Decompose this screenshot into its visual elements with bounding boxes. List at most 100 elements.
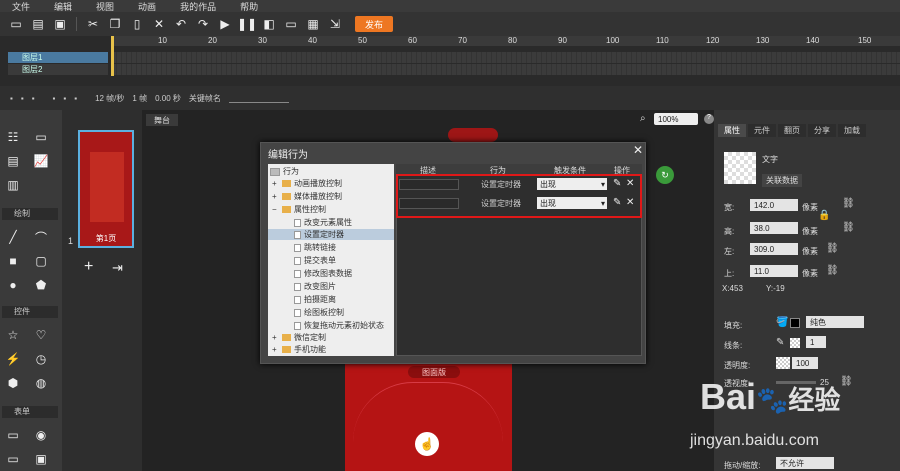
keyframe-icon[interactable]: ▪ — [53, 94, 56, 103]
phone-canvas[interactable]: ☝ — [345, 362, 512, 471]
expander-icon[interactable]: + — [272, 179, 282, 188]
tree-node[interactable]: − 属性控制 — [272, 204, 326, 215]
playhead[interactable] — [111, 36, 114, 76]
star-tool-icon[interactable]: ☆ — [6, 328, 20, 342]
tree-node[interactable]: + 手机功能 — [272, 344, 326, 355]
trash-icon[interactable]: ▪ — [32, 94, 35, 103]
menu-my-works[interactable]: 我的作品 — [180, 0, 216, 13]
cut-icon[interactable]: ✂ — [85, 16, 101, 32]
fill-color-swatch[interactable] — [790, 318, 800, 328]
height-input[interactable]: 38.0 — [750, 222, 798, 234]
play-icon[interactable]: ▶ — [217, 16, 233, 32]
open-folder-icon[interactable]: ▤ — [30, 16, 46, 32]
tree-item-selected[interactable]: 设置定时器 — [268, 229, 394, 240]
publish-button[interactable]: 发布 — [355, 16, 393, 32]
tab-properties[interactable]: 属性 — [718, 124, 746, 137]
add-page-icon[interactable]: + — [84, 258, 93, 276]
paint-bucket-icon[interactable]: 🪣 — [776, 317, 788, 328]
layer-frames-2[interactable] — [112, 64, 900, 75]
import-page-icon[interactable]: ⇥ — [112, 260, 123, 276]
tree-item[interactable]: 修改图表数据 — [294, 268, 352, 279]
stage-red-element[interactable] — [448, 128, 498, 142]
link-icon[interactable]: ⛓ — [842, 222, 855, 233]
tree-item[interactable]: 恢复拖动元素初始状态 — [294, 320, 384, 331]
layer-row-2[interactable]: 图层2 — [8, 64, 108, 75]
search-icon[interactable]: ⌕ — [640, 113, 646, 124]
drag-select[interactable]: 不允许 — [776, 457, 834, 469]
section-controls[interactable]: 控件 — [2, 306, 58, 318]
save-icon[interactable]: ▣ — [52, 16, 68, 32]
undo-icon[interactable]: ↶ — [173, 16, 189, 32]
barcode-tool-icon[interactable]: ▥ — [6, 178, 20, 192]
opacity-input[interactable]: 100 — [792, 357, 818, 369]
section-draw[interactable]: 绘制 — [2, 208, 58, 220]
copy-icon[interactable]: ❐ — [107, 16, 123, 32]
lock-aspect-icon[interactable]: 🔒 — [818, 210, 830, 221]
cube-icon[interactable]: ⬢ — [6, 376, 20, 390]
line-tool-icon[interactable]: ╱ — [6, 230, 20, 244]
paste-icon[interactable]: ▯ — [129, 16, 145, 32]
folder-icon[interactable]: ▪ — [21, 94, 24, 103]
menu-view[interactable]: 视图 — [96, 0, 114, 13]
expander-icon[interactable]: + — [272, 192, 282, 201]
keyframe-name-input[interactable] — [228, 93, 289, 103]
radio-tool-icon[interactable]: ◉ — [34, 428, 48, 442]
frame-icon[interactable]: ▪ — [63, 94, 66, 103]
globe-icon[interactable]: ◍ — [34, 376, 48, 390]
rect-tool-icon[interactable]: ■ — [6, 254, 20, 268]
tree-node[interactable]: + 动画播放控制 — [272, 178, 342, 189]
layer-frames-1[interactable] — [112, 52, 900, 63]
grid-tool-icon[interactable]: ☷ — [6, 130, 20, 144]
textbox-tool-icon[interactable]: ▭ — [6, 452, 20, 466]
stroke-color-swatch[interactable] — [790, 338, 800, 348]
delete-icon[interactable]: ✕ — [151, 16, 167, 32]
timer-icon[interactable]: ◷ — [34, 352, 48, 366]
add-layer-icon[interactable]: ▪ — [10, 94, 13, 103]
phone-top-button[interactable]: 图面版 — [408, 366, 460, 378]
new-file-icon[interactable]: ▭ — [8, 16, 24, 32]
left-input[interactable]: 309.0 — [750, 243, 798, 255]
pause-icon[interactable]: ❚❚ — [237, 16, 257, 32]
layer-row-1[interactable]: 图层1 — [8, 52, 108, 63]
zoom-select[interactable]: 100% — [654, 113, 698, 125]
redo-icon[interactable]: ↷ — [195, 16, 211, 32]
tree-item[interactable]: 改变图片 — [294, 281, 336, 292]
stroke-width-input[interactable]: 1 — [806, 336, 826, 348]
link-data-button[interactable]: 关联数据 — [762, 174, 802, 187]
tree-item[interactable]: 跳转链接 — [294, 242, 336, 253]
qrcode-icon[interactable]: ▦ — [305, 16, 321, 32]
tree-node[interactable]: + 微信定制 — [272, 332, 326, 343]
behavior-green-icon[interactable]: ↻ — [656, 166, 674, 184]
heart-tool-icon[interactable]: ♡ — [34, 328, 48, 342]
tab-share[interactable]: 分享 — [808, 124, 836, 137]
top-input[interactable]: 11.0 — [750, 265, 798, 277]
preview-icon[interactable]: ◧ — [261, 16, 277, 32]
expander-icon[interactable]: + — [272, 345, 282, 354]
magic-wand-icon[interactable]: ⚡ — [6, 352, 21, 366]
close-icon[interactable]: ✕ — [632, 143, 644, 157]
hand-tap-icon[interactable]: ☝ — [415, 432, 439, 456]
tab-stage[interactable]: 舞台 — [146, 114, 178, 126]
tree-item[interactable]: 绘图板控制 — [294, 307, 344, 318]
menu-edit[interactable]: 编辑 — [54, 0, 72, 13]
monitor-icon[interactable]: ▭ — [283, 16, 299, 32]
section-form[interactable]: 表单 — [2, 406, 58, 418]
help-icon[interactable]: ? — [704, 114, 714, 124]
tree-root[interactable]: 行为 — [270, 166, 299, 177]
tree-node[interactable]: + 媒体播放控制 — [272, 191, 342, 202]
checkbox-tool-icon[interactable]: ▣ — [34, 452, 48, 466]
page-thumbnail[interactable]: 第1页 — [78, 130, 134, 248]
tab-loading[interactable]: 加载 — [838, 124, 866, 137]
circle-tool-icon[interactable]: ● — [6, 278, 20, 292]
tab-page-turn[interactable]: 翻页 — [778, 124, 806, 137]
tree-item[interactable]: 提交表单 — [294, 255, 336, 266]
menu-animation[interactable]: 动画 — [138, 0, 156, 13]
rounded-rect-tool-icon[interactable]: ▢ — [34, 254, 48, 268]
link-icon[interactable]: ⛓ — [842, 198, 855, 209]
clear-icon[interactable]: ▪ — [74, 94, 77, 103]
export-icon[interactable]: ⇲ — [327, 16, 343, 32]
expander-icon[interactable]: − — [272, 205, 282, 214]
input-tool-icon[interactable]: ▭ — [6, 428, 20, 442]
tree-item[interactable]: 改变元素属性 — [294, 217, 352, 228]
fill-type-select[interactable]: 纯色 — [806, 316, 864, 328]
